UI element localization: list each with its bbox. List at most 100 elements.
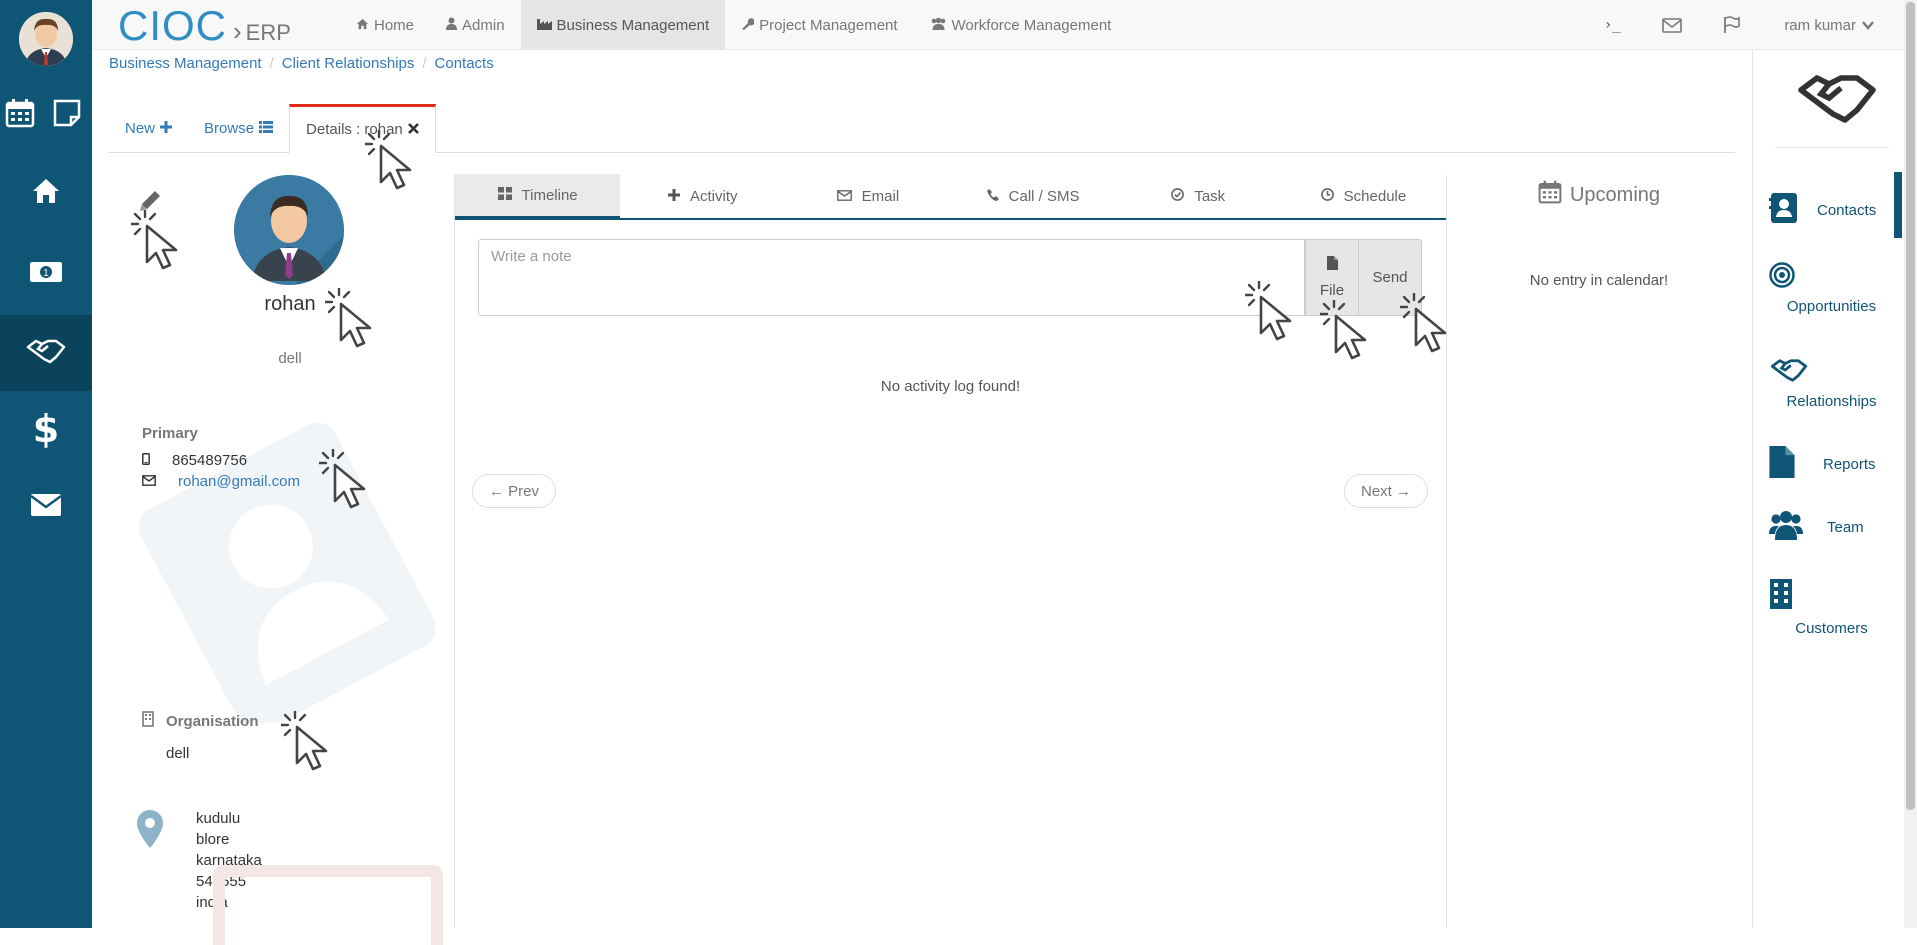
plus-icon (668, 188, 680, 205)
note-input[interactable]: Write a note (478, 239, 1305, 316)
tab-new[interactable]: New (109, 104, 188, 153)
module-customers[interactable]: Customers (1769, 578, 1894, 637)
rail-home[interactable] (0, 155, 92, 231)
divider (454, 175, 455, 928)
brand-separator: › (233, 16, 242, 46)
sticky-note-icon[interactable] (52, 98, 82, 128)
rail-finance[interactable]: 1 (0, 236, 92, 312)
module-customers-label: Customers (1795, 620, 1868, 637)
primary-label: Primary (142, 425, 198, 442)
menu-admin[interactable]: Admin (430, 0, 521, 50)
breadcrumb-divider: / (422, 55, 427, 72)
users-icon (1769, 510, 1803, 544)
address-book-icon (1769, 192, 1799, 228)
home-icon (31, 177, 61, 210)
next-button[interactable]: Next → (1344, 474, 1429, 508)
menu-home-label: Home (374, 16, 415, 34)
contact-email[interactable]: rohan@gmail.com (178, 473, 300, 490)
tab-task[interactable]: Task (1116, 174, 1281, 218)
tab-task-label: Task (1194, 187, 1226, 205)
contact-profile: rohan dell Primary 865489756 rohan@gmail… (125, 175, 445, 945)
tab-timeline[interactable]: Timeline (455, 174, 621, 220)
wrench-icon (741, 17, 755, 34)
tab-browse[interactable]: Browse (188, 104, 289, 153)
menu-business-management[interactable]: Business Management (520, 0, 726, 50)
menu-project-management[interactable]: Project Management (725, 0, 913, 50)
calendar-icon[interactable] (5, 98, 35, 128)
user-avatar[interactable] (19, 12, 73, 66)
tab-details-label: Details : rohan (306, 121, 403, 138)
plus-icon (160, 120, 173, 137)
tab-details[interactable]: Details : rohan (289, 104, 436, 153)
rail-relationships[interactable] (0, 315, 92, 391)
module-relationships-label: Relationships (1786, 393, 1877, 410)
handshake-icon (26, 337, 66, 370)
user-icon (446, 17, 458, 34)
module-opportunities-label: Opportunities (1786, 298, 1877, 315)
tab-call-sms[interactable]: Call / SMS (951, 174, 1116, 218)
home-icon (356, 17, 369, 34)
page-scrollbar[interactable] (1904, 0, 1917, 928)
module-relationships[interactable]: Relationships (1769, 357, 1894, 410)
module-reports[interactable]: Reports (1769, 446, 1894, 482)
active-module-indicator (1894, 172, 1902, 238)
left-rail: 1 $ (0, 0, 92, 928)
module-contacts-label: Contacts (1817, 201, 1877, 219)
contact-company: dell (278, 350, 302, 367)
handshake-icon (1797, 70, 1877, 131)
calendar-icon (1538, 180, 1562, 210)
rail-billing[interactable]: $ (0, 391, 92, 467)
tab-call-sms-label: Call / SMS (1008, 187, 1080, 205)
module-contacts[interactable]: Contacts (1769, 192, 1894, 228)
th-large-icon (497, 186, 512, 204)
breadcrumb-contacts[interactable]: Contacts (435, 55, 494, 72)
user-menu[interactable]: ram kumar (1762, 17, 1904, 34)
brand-logo: CIOC (118, 2, 227, 49)
send-button-label: Send (1372, 269, 1408, 286)
menu-home[interactable]: Home (340, 0, 430, 50)
envelope-icon[interactable] (1642, 17, 1702, 33)
menu-project-management-label: Project Management (759, 16, 898, 34)
module-team[interactable]: Team (1769, 510, 1894, 544)
contact-name: rohan (264, 293, 316, 315)
dollar-icon: $ (32, 407, 60, 451)
menu-workforce-management[interactable]: Workforce Management (914, 0, 1128, 50)
menu-business-management-label: Business Management (556, 16, 710, 34)
activity-empty-message: No activity log found! (880, 378, 1021, 395)
tab-activity[interactable]: Activity (620, 174, 785, 218)
organisation-value: dell (166, 745, 190, 762)
breadcrumb-client-relationships[interactable]: Client Relationships (282, 55, 415, 72)
brand[interactable]: CIOC › ERP (118, 2, 291, 50)
building-icon (142, 711, 154, 731)
rail-mail[interactable] (0, 469, 92, 545)
scrollbar-thumb[interactable] (1906, 2, 1915, 810)
flag-icon[interactable] (1702, 16, 1762, 34)
building-icon (1769, 578, 1894, 614)
contact-phone: 865489756 (172, 452, 248, 469)
module-opportunities[interactable]: Opportunities (1769, 262, 1894, 315)
file-button[interactable]: File (1305, 239, 1359, 316)
tab-email[interactable]: Email (785, 174, 950, 218)
decorative-calendar-watermark (213, 865, 443, 945)
note-placeholder: Write a note (491, 248, 572, 265)
mobile-icon (142, 452, 150, 469)
file-icon (1769, 446, 1795, 482)
prev-button[interactable]: ← Prev (472, 474, 557, 508)
organisation-label: Organisation (166, 712, 259, 730)
top-navbar: CIOC › ERP Home Admin Business Managemen… (92, 0, 1904, 50)
send-button[interactable]: Send (1358, 239, 1422, 316)
tab-new-label: New (125, 120, 156, 137)
money-icon: 1 (29, 260, 63, 289)
terminal-icon[interactable]: ›_ (1582, 17, 1642, 33)
module-reports-label: Reports (1823, 455, 1876, 473)
tab-schedule[interactable]: Schedule (1281, 174, 1446, 218)
upcoming-empty-message: No entry in calendar! (1529, 272, 1669, 289)
breadcrumb-business-management[interactable]: Business Management (109, 55, 262, 72)
tab-email-label: Email (861, 187, 900, 205)
close-icon[interactable] (407, 121, 419, 138)
file-button-label: File (1319, 282, 1345, 299)
users-icon (930, 17, 947, 34)
email-line: rohan@gmail.com (142, 473, 300, 490)
pencil-icon[interactable] (136, 187, 164, 220)
industry-icon (536, 17, 552, 34)
